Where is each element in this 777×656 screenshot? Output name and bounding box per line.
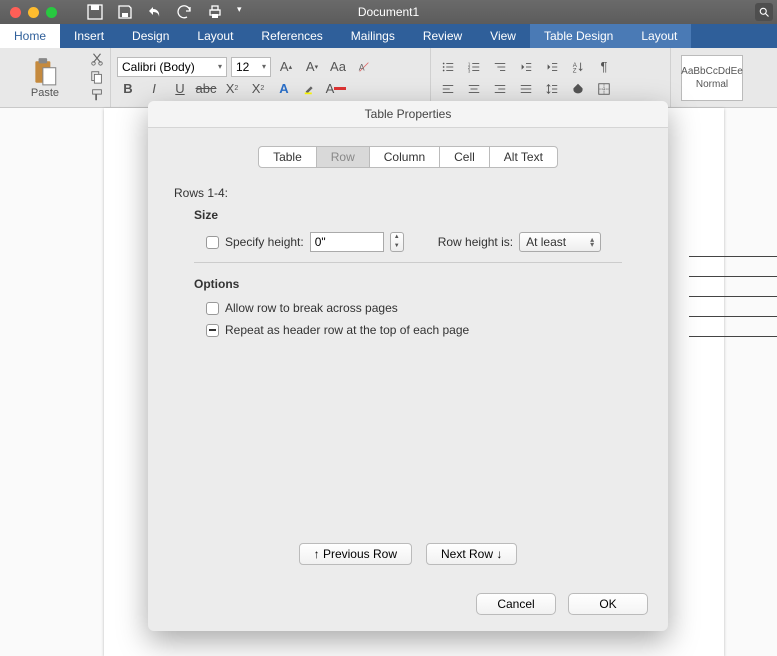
dialog-tab-strip: Table Row Column Cell Alt Text [174,146,642,168]
tab-mailings[interactable]: Mailings [337,24,409,48]
ribbon-toolbar: Paste Calibri (Body)▾ 12▾ A▴ A▾ Aa A B I… [0,48,777,108]
undo-icon[interactable] [147,4,163,20]
numbering-icon[interactable]: 123 [463,57,485,77]
allow-break-label: Allow row to break across pages [225,301,398,315]
height-stepper[interactable]: ▲▼ [390,232,404,252]
repeat-header-checkbox[interactable] [206,324,219,337]
tab-view[interactable]: View [476,24,530,48]
print-icon[interactable] [207,4,223,20]
font-name-select[interactable]: Calibri (Body)▾ [117,57,227,77]
dialog-tab-row[interactable]: Row [317,147,370,167]
minimize-window-icon[interactable] [28,7,39,18]
dialog-tab-table[interactable]: Table [259,147,317,167]
floppy-icon[interactable] [117,4,133,20]
quick-access-toolbar: ▾ [67,4,242,20]
document-title: Document1 [358,5,419,19]
italic-button[interactable]: I [143,79,165,99]
search-icon[interactable] [755,3,773,21]
save-icon[interactable] [87,4,103,20]
repeat-header-label: Repeat as header row at the top of each … [225,323,469,337]
dialog-title: Table Properties [148,101,668,128]
tab-review[interactable]: Review [409,24,476,48]
dialog-tab-alt-text[interactable]: Alt Text [490,147,557,167]
bold-button[interactable]: B [117,79,139,99]
borders-icon[interactable] [593,79,615,99]
indent-right-icon[interactable] [541,57,563,77]
tab-layout[interactable]: Layout [183,24,247,48]
allow-break-checkbox[interactable] [206,302,219,315]
shrink-font-icon[interactable]: A▾ [301,57,323,77]
font-color-icon[interactable]: A [325,79,347,99]
paste-label: Paste [31,87,59,99]
next-row-button[interactable]: Next Row ↓ [426,543,517,565]
options-group-label: Options [174,277,642,291]
align-right-icon[interactable] [489,79,511,99]
table-edge [689,296,777,297]
font-size-select[interactable]: 12▾ [231,57,271,77]
subscript-button[interactable]: X2 [221,79,243,99]
sort-icon[interactable]: AZ [567,57,589,77]
row-height-is-label: Row height is: [438,235,513,249]
format-painter-icon[interactable] [90,88,104,102]
tab-references[interactable]: References [247,24,336,48]
superscript-button[interactable]: X2 [247,79,269,99]
row-height-mode-select[interactable]: At least ▴▾ [519,232,601,252]
window-controls [0,7,67,18]
zoom-window-icon[interactable] [46,7,57,18]
rows-range-label: Rows 1-4: [174,186,642,200]
titlebar: ▾ Document1 [0,0,777,24]
change-case-icon[interactable]: Aa [327,57,349,77]
tab-table-design[interactable]: Table Design [530,24,627,48]
strike-button[interactable]: abc [195,79,217,99]
table-edge [689,316,777,317]
show-marks-icon[interactable]: ¶ [593,57,615,77]
tab-insert[interactable]: Insert [60,24,118,48]
justify-icon[interactable] [515,79,537,99]
tab-design[interactable]: Design [118,24,183,48]
style-name: Normal [696,79,728,90]
table-edge [689,336,777,337]
align-center-icon[interactable] [463,79,485,99]
close-window-icon[interactable] [10,7,21,18]
shading-icon[interactable] [567,79,589,99]
svg-text:3: 3 [468,68,471,73]
size-group-label: Size [174,208,642,222]
dialog-tab-cell[interactable]: Cell [440,147,490,167]
dialog-tab-column[interactable]: Column [370,147,440,167]
style-preview: AaBbCcDdEe [681,66,743,77]
table-edge [689,276,777,277]
line-spacing-icon[interactable] [541,79,563,99]
paste-button[interactable]: Paste [6,52,84,103]
specify-height-label: Specify height: [225,235,304,249]
copy-icon[interactable] [90,70,104,84]
cancel-button[interactable]: Cancel [476,593,556,615]
height-input[interactable] [310,232,384,252]
text-effects-icon[interactable]: A [273,79,295,99]
table-edge [689,256,777,257]
align-left-icon[interactable] [437,79,459,99]
highlight-icon[interactable] [299,79,321,99]
qat-more-icon[interactable]: ▾ [237,4,242,20]
style-normal[interactable]: AaBbCcDdEe Normal [681,55,743,101]
underline-button[interactable]: U [169,79,191,99]
clear-format-icon[interactable]: A [353,57,375,77]
indent-left-icon[interactable] [515,57,537,77]
specify-height-checkbox[interactable] [206,236,219,249]
previous-row-button[interactable]: ↑ Previous Row [299,543,412,565]
tab-table-layout[interactable]: Layout [627,24,691,48]
divider [194,262,622,263]
redo-icon[interactable] [177,4,193,20]
svg-text:Z: Z [573,67,577,74]
table-properties-dialog: Table Properties Table Row Column Cell A… [148,101,668,631]
ok-button[interactable]: OK [568,593,648,615]
cut-icon[interactable] [90,52,104,66]
grow-font-icon[interactable]: A▴ [275,57,297,77]
bullets-icon[interactable] [437,57,459,77]
multilevel-list-icon[interactable] [489,57,511,77]
svg-text:A: A [359,62,365,72]
ribbon-tabs: Home Insert Design Layout References Mai… [0,24,777,48]
tab-home[interactable]: Home [0,24,60,48]
